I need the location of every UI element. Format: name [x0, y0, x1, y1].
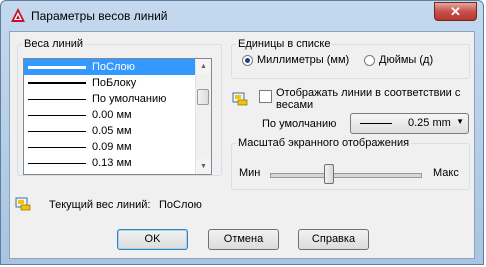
units-group: Единицы в списке Миллиметры (мм) Дюймы (… — [231, 38, 470, 79]
title-bar[interactable]: Параметры весов линий ✕ — [1, 1, 483, 31]
cancel-button[interactable]: Отмена — [208, 229, 279, 250]
chevron-down-icon: ▼ — [456, 117, 464, 126]
lineweight-list-item[interactable]: 0.09 мм — [24, 139, 211, 155]
lineweight-item-label: По умолчанию — [92, 93, 167, 105]
lineweight-sample-line — [28, 147, 86, 148]
lineweight-sample-line — [28, 82, 86, 84]
lineweight-sample-line — [28, 131, 86, 132]
display-lineweight-label-line2: весами — [276, 99, 314, 111]
radio-inches-dot[interactable] — [364, 54, 375, 66]
radio-inches-label: Дюймы (д) — [379, 54, 434, 66]
lineweight-item-label: 0.13 мм — [92, 157, 132, 169]
display-lineweight-label-line1: Отображать линии в соответствии с — [276, 87, 461, 99]
scroll-thumb[interactable] — [197, 89, 209, 105]
default-line-sample — [360, 123, 392, 124]
lineweight-list-item[interactable]: ПоСлою — [24, 59, 211, 75]
scale-slider-thumb[interactable] — [323, 164, 334, 184]
lineweights-listbox[interactable]: ПоСлою ПоБлоку По умолчанию 0.00 мм 0.05 мм 0… — [23, 58, 212, 175]
scale-slider-track[interactable] — [270, 173, 422, 178]
dialog-body: Веса линий ПоСлою ПоБлоку По умолчанию 0.00… — [9, 31, 475, 259]
radio-millimeters-dot[interactable] — [242, 54, 253, 66]
display-scale-group: Масштаб экранного отображения Мин Макс — [231, 137, 470, 190]
lineweight-sample-line — [28, 163, 86, 164]
current-lineweight-value: ПоСлою — [159, 199, 202, 211]
scroll-up-icon[interactable]: ▲ — [196, 59, 211, 74]
default-lineweight-dropdown[interactable]: 0.25 mm ▼ — [350, 113, 469, 134]
scroll-down-icon[interactable]: ▼ — [196, 159, 211, 174]
lineweight-sample-line — [28, 115, 86, 116]
autocad-app-icon — [11, 8, 25, 22]
units-group-label: Единицы в списке — [238, 38, 331, 50]
default-lineweight-label: По умолчанию — [262, 118, 337, 130]
window-title: Параметры весов линий — [31, 9, 168, 23]
current-lineweight-label: Текущий вес линий: — [49, 199, 151, 211]
display-scale-group-label: Масштаб экранного отображения — [238, 137, 410, 149]
lineweight-sample-line — [28, 99, 86, 100]
radio-millimeters-label: Миллиметры (мм) — [257, 54, 350, 66]
lineweight-list-item[interactable]: По умолчанию — [24, 91, 211, 107]
current-lineweight-icon — [15, 197, 31, 211]
scale-max-label: Макс — [433, 167, 459, 179]
lineweight-sample-line — [28, 66, 86, 69]
lineweight-list-item[interactable]: ПоБлоку — [24, 75, 211, 91]
display-lineweight-checkbox[interactable] — [259, 90, 272, 103]
lineweights-group: Веса линий ПоСлою ПоБлоку По умолчанию 0.00… — [17, 38, 222, 176]
help-button[interactable]: Справка — [298, 229, 369, 250]
dialog-window: Параметры весов линий ✕ Веса линий ПоСло… — [0, 0, 484, 265]
default-lineweight-value: 0.25 mm — [408, 117, 451, 129]
scale-min-label: Мин — [239, 167, 261, 179]
lineweight-item-label: 0.09 мм — [92, 141, 132, 153]
listbox-scrollbar[interactable]: ▲ ▼ — [195, 59, 211, 174]
lineweight-item-label: 0.00 мм — [92, 109, 132, 121]
display-setting-icon — [232, 92, 248, 106]
lineweights-group-label: Веса линий — [24, 38, 84, 50]
lineweight-item-label: 0.05 мм — [92, 125, 132, 137]
lineweight-list-item[interactable]: 0.13 мм — [24, 155, 211, 171]
ok-button[interactable]: OK — [117, 229, 188, 250]
lineweight-item-label: ПоБлоку — [92, 77, 137, 89]
close-button[interactable]: ✕ — [434, 2, 477, 21]
lineweight-list-item[interactable]: 0.00 мм — [24, 107, 211, 123]
lineweight-item-label: ПоСлою — [92, 61, 135, 73]
lineweight-list-item[interactable]: 0.05 мм — [24, 123, 211, 139]
radio-inches[interactable]: Дюймы (д) — [364, 54, 433, 66]
radio-millimeters[interactable]: Миллиметры (мм) — [242, 54, 349, 66]
